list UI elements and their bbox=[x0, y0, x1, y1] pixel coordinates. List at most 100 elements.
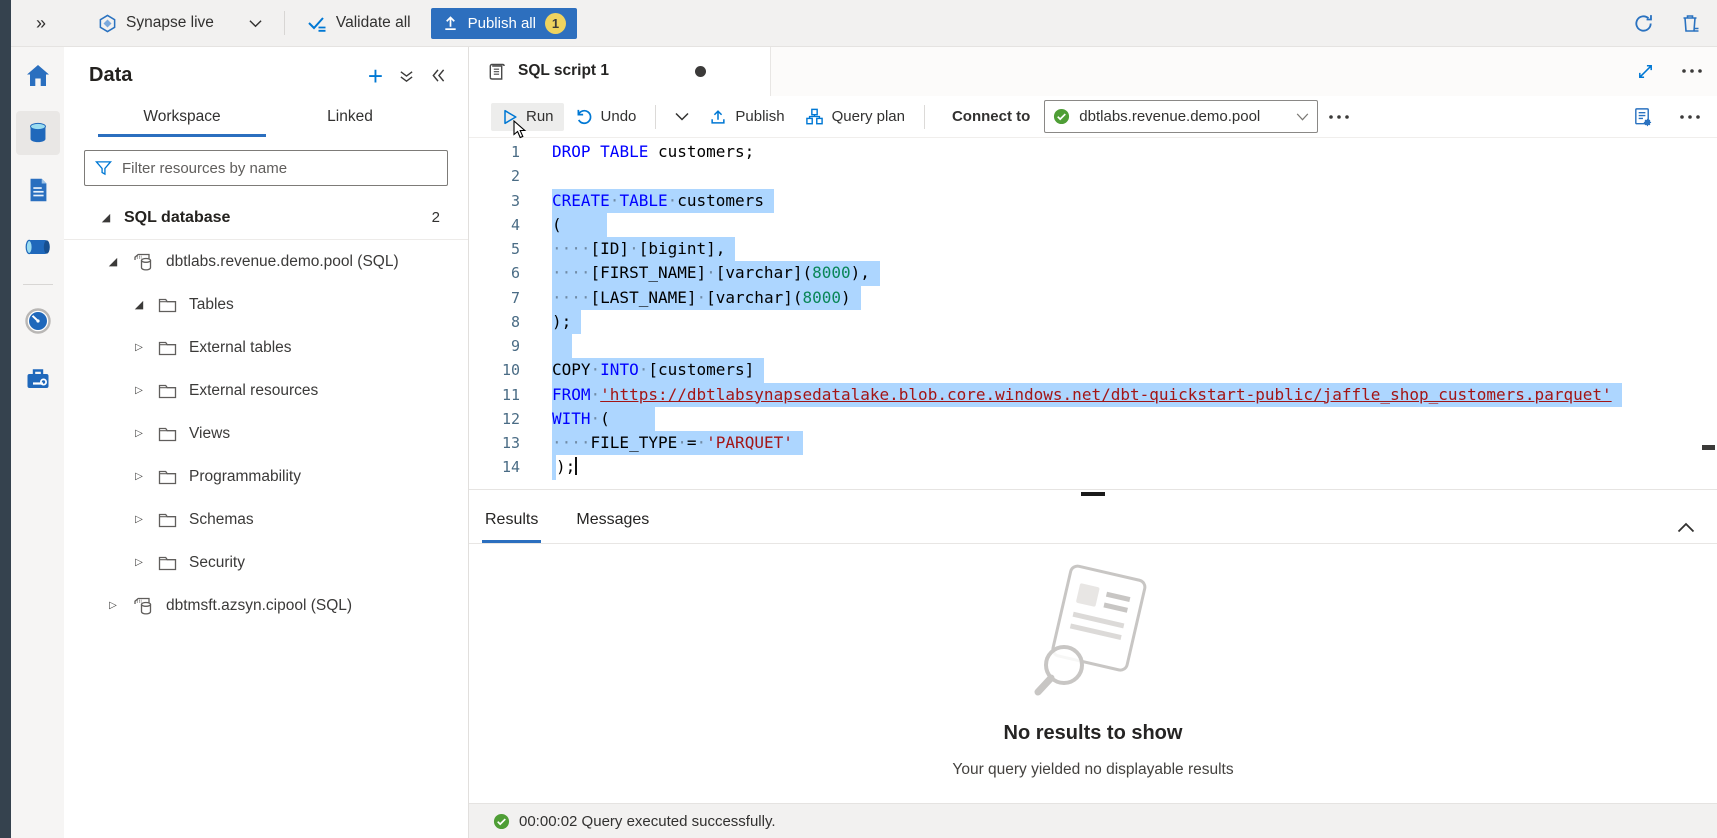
sql-pool-icon bbox=[132, 595, 154, 616]
tab-more-actions-icon[interactable] bbox=[1681, 68, 1703, 74]
results-empty-state: No results to show Your query yielded no… bbox=[469, 544, 1717, 803]
code-line-content: FROM·'https://dbtlabsynapsedatalake.blob… bbox=[531, 383, 1622, 407]
nav-data-button[interactable] bbox=[16, 111, 60, 155]
editor-tab-bar: SQL script 1 bbox=[469, 46, 1717, 97]
tree-item-external-tables[interactable]: ▷ External tables bbox=[64, 326, 468, 369]
connect-to-label: Connect to bbox=[952, 108, 1030, 125]
branch-selector[interactable]: Synapse live bbox=[98, 14, 262, 33]
database-count: 2 bbox=[432, 209, 440, 226]
tree-item-programmability[interactable]: ▷ Programmability bbox=[64, 455, 468, 498]
code-line[interactable]: 10COPY·INTO·[customers] bbox=[469, 358, 1717, 382]
code-line[interactable]: 11FROM·'https://dbtlabsynapsedatalake.bl… bbox=[469, 383, 1717, 407]
nav-manage-button[interactable] bbox=[16, 356, 60, 400]
expand-left-nav-icon[interactable]: » bbox=[36, 13, 46, 34]
collapsed-triangle-icon[interactable]: ▷ bbox=[131, 557, 147, 568]
collapsed-triangle-icon[interactable]: ▷ bbox=[131, 514, 147, 525]
line-number: 10 bbox=[469, 358, 531, 382]
collapse-results-icon[interactable] bbox=[1677, 522, 1695, 533]
toolbar-more-actions-icon[interactable] bbox=[1318, 109, 1360, 125]
code-line-content: ····[LAST_NAME]·[varchar](8000) bbox=[531, 286, 861, 310]
folder-icon bbox=[158, 555, 177, 571]
left-nav-strip bbox=[0, 0, 11, 838]
refresh-icon[interactable] bbox=[1632, 12, 1655, 35]
line-number: 12 bbox=[469, 407, 531, 431]
query-plan-button[interactable]: Query plan bbox=[795, 102, 915, 131]
code-line-content: ····[FIRST_NAME]·[varchar](8000), bbox=[531, 261, 880, 285]
code-line[interactable]: 12WITH·( bbox=[469, 407, 1717, 431]
collapsed-triangle-icon[interactable]: ▷ bbox=[131, 428, 147, 439]
collapse-all-icon[interactable] bbox=[399, 68, 414, 84]
tree-item-views[interactable]: ▷ Views bbox=[64, 412, 468, 455]
tree-item-pool-1[interactable]: ◢ dbtlabs.revenue.demo.pool (SQL) bbox=[64, 240, 468, 283]
collapsed-triangle-icon[interactable]: ▷ bbox=[105, 600, 121, 611]
expanded-triangle-icon[interactable]: ◢ bbox=[105, 255, 121, 268]
branch-selector-label: Synapse live bbox=[126, 14, 214, 32]
properties-icon[interactable] bbox=[1632, 106, 1653, 128]
tab-messages[interactable]: Messages bbox=[573, 511, 652, 543]
code-line[interactable]: 6····[FIRST_NAME]·[varchar](8000), bbox=[469, 261, 1717, 285]
data-explorer-panel: Data + Workspace Linked ◢ bbox=[64, 46, 469, 838]
code-line[interactable]: 13····FILE_TYPE·=·'PARQUET' bbox=[469, 431, 1717, 455]
code-line[interactable]: 2 bbox=[469, 164, 1717, 188]
tree-item-security[interactable]: ▷ Security bbox=[64, 541, 468, 584]
connected-pool-name: dbtlabs.revenue.demo.pool bbox=[1079, 108, 1260, 125]
undo-button[interactable]: Undo bbox=[564, 102, 647, 131]
left-icon-rail bbox=[11, 46, 64, 838]
divider bbox=[655, 105, 656, 129]
connect-to-dropdown[interactable]: dbtlabs.revenue.demo.pool bbox=[1044, 100, 1318, 133]
nav-develop-button[interactable] bbox=[16, 168, 60, 212]
expanded-triangle-icon[interactable]: ◢ bbox=[131, 298, 147, 311]
code-line-content: WITH·( bbox=[531, 407, 655, 431]
pane-more-actions-icon[interactable] bbox=[1679, 114, 1701, 120]
sql-script-icon bbox=[487, 61, 507, 82]
add-resource-button[interactable]: + bbox=[368, 66, 383, 86]
tab-results[interactable]: Results bbox=[482, 511, 541, 543]
nav-monitor-button[interactable] bbox=[16, 299, 60, 343]
tab-workspace[interactable]: Workspace bbox=[98, 99, 266, 137]
synapse-studio-app: » Synapse live Validate all Publish all … bbox=[0, 0, 1717, 838]
publish-icon bbox=[709, 108, 727, 126]
collapsed-triangle-icon[interactable]: ▷ bbox=[131, 342, 147, 353]
filter-box[interactable] bbox=[84, 150, 448, 186]
tree-item-tables[interactable]: ◢ Tables bbox=[64, 283, 468, 326]
code-line[interactable]: 4( bbox=[469, 213, 1717, 237]
collapsed-triangle-icon[interactable]: ▷ bbox=[131, 471, 147, 482]
validate-all-button[interactable]: Validate all bbox=[307, 14, 411, 33]
sql-editor-pane: SQL script 1 Run Undo bbox=[469, 46, 1717, 838]
tab-sql-script-1[interactable]: SQL script 1 bbox=[469, 46, 771, 96]
run-button[interactable]: Run bbox=[491, 103, 564, 131]
expand-editor-icon[interactable] bbox=[1636, 62, 1655, 81]
tree-item-external-resources[interactable]: ▷ External resources bbox=[64, 369, 468, 412]
tree-item-sql-database[interactable]: ◢ SQL database 2 bbox=[64, 196, 468, 240]
code-line[interactable]: 14); bbox=[469, 455, 1717, 479]
tree-item-schemas[interactable]: ▷ Schemas bbox=[64, 498, 468, 541]
expanded-triangle-icon[interactable]: ◢ bbox=[98, 211, 114, 224]
nav-integrate-button[interactable] bbox=[16, 225, 60, 269]
code-line[interactable]: 3CREATE·TABLE·customers bbox=[469, 189, 1717, 213]
code-line[interactable]: 7····[LAST_NAME]·[varchar](8000) bbox=[469, 286, 1717, 310]
top-command-bar: » Synapse live Validate all Publish all … bbox=[0, 0, 1717, 47]
code-line[interactable]: 1DROP TABLE customers; bbox=[469, 140, 1717, 164]
code-editor[interactable]: 1DROP TABLE customers;23CREATE·TABLE·cus… bbox=[469, 137, 1717, 492]
code-line[interactable]: 9 bbox=[469, 334, 1717, 358]
run-options-chevron[interactable] bbox=[665, 107, 699, 126]
code-line[interactable]: 8); bbox=[469, 310, 1717, 334]
success-check-icon bbox=[493, 813, 510, 830]
splitter-grip[interactable] bbox=[1081, 492, 1105, 496]
nav-home-button[interactable] bbox=[16, 54, 60, 98]
collapse-panel-icon[interactable] bbox=[430, 68, 446, 83]
filter-input[interactable] bbox=[120, 159, 441, 178]
code-line-content: DROP TABLE customers; bbox=[531, 140, 754, 164]
line-number: 2 bbox=[469, 164, 531, 188]
discard-trash-icon[interactable] bbox=[1679, 12, 1701, 35]
connected-status-icon bbox=[1053, 108, 1070, 125]
overview-ruler-cursor-mark bbox=[1702, 445, 1715, 450]
publish-button[interactable]: Publish bbox=[699, 103, 794, 131]
document-icon bbox=[24, 175, 52, 205]
tree-item-pool-2[interactable]: ▷ dbtmsft.azsyn.cipool (SQL) bbox=[64, 584, 468, 627]
collapsed-triangle-icon[interactable]: ▷ bbox=[131, 385, 147, 396]
tab-linked[interactable]: Linked bbox=[266, 99, 434, 137]
publish-all-button[interactable]: Publish all 1 bbox=[431, 8, 577, 39]
code-line-content: COPY·INTO·[customers] bbox=[531, 358, 764, 382]
code-line[interactable]: 5····[ID]·[bigint], bbox=[469, 237, 1717, 261]
